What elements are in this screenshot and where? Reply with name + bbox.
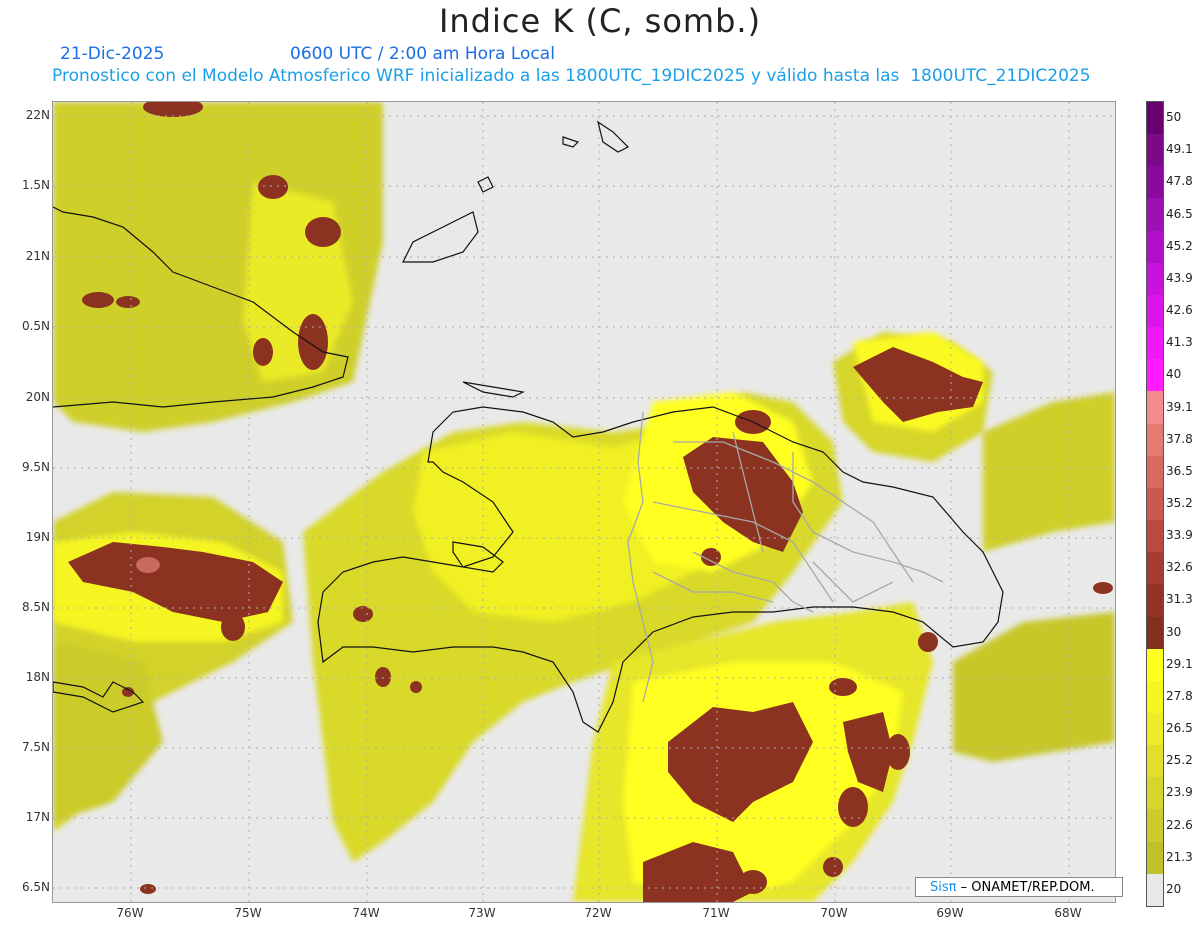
- lon-label: 73W: [468, 906, 496, 920]
- date-label: 21-Dic-2025: [60, 44, 165, 64]
- lat-label: 19N: [25, 530, 50, 544]
- model-info-label: Pronostico con el Modelo Atmosferico WRF…: [52, 66, 1091, 86]
- colorbar-label: 41.3: [1166, 335, 1193, 350]
- colorbar-segment: [1147, 102, 1163, 135]
- colorbar-segment: [1147, 391, 1163, 424]
- map-title: Indice K (C, somb.): [438, 2, 762, 40]
- colorbar-label: 20: [1166, 881, 1182, 896]
- colorbar-label: 45.2: [1166, 238, 1193, 253]
- colorbar-segment: [1147, 423, 1163, 456]
- colorbar-segment: [1147, 777, 1163, 810]
- colorbar-segment: [1147, 841, 1163, 874]
- colorbar-segment: [1147, 520, 1163, 553]
- colorbar-segment: [1147, 873, 1163, 906]
- colorbar-segment: [1147, 294, 1163, 328]
- colorbar-segment: [1147, 262, 1163, 295]
- colorbar-label: 29.1: [1166, 656, 1193, 671]
- lat-label: 9.5N: [21, 460, 50, 474]
- colorbar-segment: [1147, 584, 1163, 617]
- colorbar-label: 25.2: [1166, 753, 1193, 768]
- lat-label: 0.5N: [21, 319, 50, 333]
- colorbar-segment: [1147, 487, 1163, 521]
- lat-label: 8.5N: [21, 600, 50, 614]
- lat-label: 6.5N: [21, 880, 50, 894]
- colorbar-label: 42.6: [1166, 303, 1193, 318]
- colorbar-label: 35.2: [1166, 496, 1193, 510]
- colorbar: [1146, 101, 1164, 907]
- colorbar-label: 47.8: [1166, 174, 1193, 189]
- colorbar-label: 43.9: [1166, 270, 1193, 285]
- lon-label: 74W: [352, 906, 380, 920]
- lat-label: 21N: [25, 249, 50, 263]
- lat-label: 7.5N: [21, 740, 50, 754]
- colorbar-label: 49.1: [1166, 142, 1193, 157]
- colorbar-label: 39.1: [1166, 399, 1193, 414]
- colorbar-segment: [1147, 809, 1163, 842]
- credit-logo: Sisπ: [930, 880, 957, 895]
- time-label: 0600 UTC / 2:00 am Hora Local: [290, 44, 555, 64]
- lat-label: 20N: [25, 390, 50, 404]
- colorbar-label: 21.3: [1166, 849, 1193, 864]
- colorbar-label: 23.9: [1166, 785, 1193, 800]
- colorbar-label: 30: [1166, 624, 1182, 639]
- colorbar-segment: [1147, 552, 1163, 585]
- colorbar-label: 46.5: [1166, 206, 1193, 221]
- credit-text: – ONAMET/REP.DOM.: [956, 880, 1095, 895]
- lon-label: 71W: [702, 906, 730, 920]
- colorbar-label: 31.3: [1166, 592, 1193, 607]
- lat-label: 17N: [25, 810, 50, 824]
- colorbar-segment: [1147, 745, 1163, 778]
- lon-label: 69W: [936, 906, 964, 920]
- colorbar-label: 33.9: [1166, 528, 1193, 543]
- lon-label: 68W: [1054, 906, 1082, 920]
- map-plot-area: [52, 101, 1116, 903]
- colorbar-segment: [1147, 616, 1163, 649]
- colorbar-label: 37.8: [1166, 431, 1193, 446]
- credit-box: Sisπ – ONAMET/REP.DOM.: [915, 877, 1123, 897]
- colorbar-segment: [1147, 166, 1163, 199]
- colorbar-label: 27.8: [1166, 688, 1193, 703]
- colorbar-label: 40: [1166, 367, 1182, 382]
- lat-label: 18N: [25, 670, 50, 684]
- k-index-peak: [136, 557, 160, 573]
- lat-label: 22N: [25, 108, 50, 122]
- colorbar-segment: [1147, 134, 1163, 167]
- colorbar-label: 36.5: [1166, 463, 1193, 478]
- colorbar-label: 26.5: [1166, 721, 1193, 736]
- colorbar-label: 22.6: [1166, 817, 1193, 832]
- colorbar-segment: [1147, 648, 1163, 681]
- colorbar-segment: [1147, 455, 1163, 488]
- k-index-map: [53, 102, 1115, 902]
- lon-label: 75W: [234, 906, 262, 920]
- colorbar-segment: [1147, 680, 1163, 713]
- colorbar-segment: [1147, 230, 1163, 263]
- colorbar-segment: [1147, 327, 1163, 360]
- lon-label: 76W: [116, 906, 144, 920]
- lat-label: 1.5N: [21, 178, 50, 192]
- colorbar-label: 32.6: [1166, 560, 1193, 575]
- colorbar-segment: [1147, 359, 1163, 392]
- lon-label: 72W: [584, 906, 612, 920]
- colorbar-segment: [1147, 712, 1163, 746]
- lon-label: 70W: [820, 906, 848, 920]
- colorbar-segment: [1147, 198, 1163, 231]
- colorbar-label: 50: [1166, 110, 1182, 125]
